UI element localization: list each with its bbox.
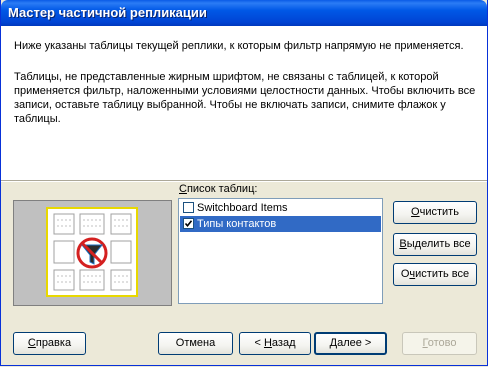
table-relationship-icon (46, 207, 138, 297)
tables-list-label: Список таблиц: (179, 183, 258, 195)
list-item[interactable]: Switchboard Items (180, 200, 381, 216)
checkbox[interactable] (183, 202, 194, 213)
back-button[interactable]: < Назад (239, 332, 311, 355)
list-item[interactable]: Типы контактов (180, 216, 381, 232)
description-text: Таблицы, не представленные жирным шрифто… (14, 71, 476, 125)
header-panel: Ниже указаны таблицы текущей реплики, к … (1, 26, 487, 180)
finish-button[interactable]: Готово (402, 332, 477, 355)
clear-all-button[interactable]: Очистить все (393, 263, 477, 286)
table-name: Типы контактов (197, 218, 277, 230)
intro-text: Ниже указаны таблицы текущей реплики, к … (14, 40, 464, 52)
wizard-window: Мастер частичной репликации Ниже указаны… (0, 0, 488, 366)
cancel-button[interactable]: Отмена (158, 332, 233, 355)
window-title: Мастер частичной репликации (8, 5, 207, 20)
clear-button[interactable]: Очистить (393, 201, 477, 224)
checkbox[interactable] (183, 218, 194, 229)
checkmark-icon (184, 220, 193, 228)
filter-preview-image (13, 200, 172, 306)
title-bar[interactable]: Мастер частичной репликации (1, 0, 487, 26)
select-all-button[interactable]: Выделить все (393, 233, 477, 256)
tables-listbox[interactable]: Switchboard Items Типы контактов (178, 198, 383, 304)
table-name: Switchboard Items (197, 202, 288, 214)
help-button[interactable]: Справка (13, 332, 86, 355)
header-separator (1, 180, 487, 182)
next-button[interactable]: Далее > (314, 332, 387, 355)
